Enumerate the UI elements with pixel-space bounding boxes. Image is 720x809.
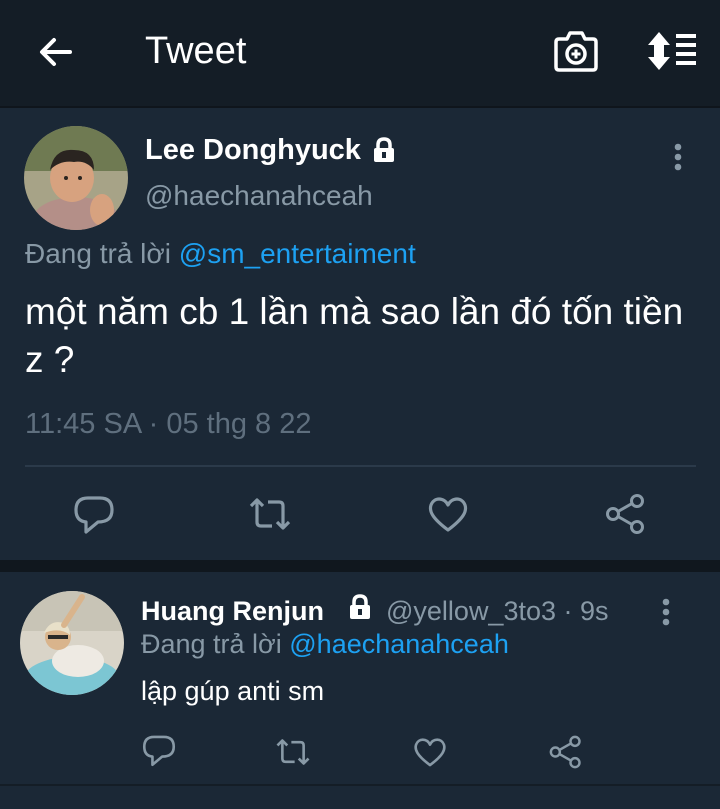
tweet-text: một năm cb 1 lần mà sao lần đó tốn tiền …	[25, 291, 684, 380]
avatar[interactable]	[20, 591, 124, 695]
reply-text: lập gúp anti sm	[141, 676, 325, 706]
replying-to: Đang trả lời @sm_entertaiment	[25, 238, 416, 270]
section-divider	[0, 560, 720, 572]
replying-to: Đang trả lời @haechanahceah	[141, 629, 509, 660]
display-name[interactable]: Huang Renjun	[141, 596, 324, 627]
reply-icon[interactable]	[141, 732, 177, 768]
share-icon[interactable]	[604, 492, 648, 536]
reply-icon[interactable]	[72, 492, 116, 536]
like-heart-icon[interactable]	[412, 734, 448, 770]
user-handle-time: @yellow_3to3 · 9s	[386, 596, 609, 626]
retweet-icon[interactable]	[275, 734, 311, 770]
replying-prefix: Đang trả lời	[141, 629, 290, 659]
back-arrow-icon[interactable]	[36, 32, 76, 72]
mention-link[interactable]: @sm_entertaiment	[179, 238, 416, 269]
display-name[interactable]: Lee Donghyuck	[145, 134, 361, 167]
sort-list-icon[interactable]	[644, 30, 698, 72]
page-title: Tweet	[145, 30, 247, 72]
lock-icon	[346, 593, 374, 621]
mention-link[interactable]: @haechanahceah	[289, 629, 509, 659]
share-icon[interactable]	[548, 734, 584, 770]
divider	[0, 784, 720, 786]
top-app-bar: Tweet	[0, 0, 720, 108]
avatar[interactable]	[24, 126, 128, 230]
divider	[25, 465, 696, 467]
main-tweet: Lee Donghyuck @haechanahceah Đang trả lờ…	[0, 108, 720, 560]
lock-icon	[370, 136, 398, 164]
more-options-icon[interactable]	[660, 597, 672, 631]
retweet-icon[interactable]	[248, 492, 292, 536]
camera-plus-icon[interactable]	[553, 30, 599, 72]
user-handle[interactable]: @haechanahceah	[145, 180, 373, 212]
replying-prefix: Đang trả lời	[25, 238, 179, 269]
more-options-icon[interactable]	[672, 142, 684, 176]
reply-tweet[interactable]: Huang Renjun @yellow_3to3 · 9s Đang trả …	[0, 572, 720, 809]
like-heart-icon[interactable]	[426, 492, 470, 536]
tweet-timestamp: 11:45 SA · 05 thg 8 22	[25, 408, 312, 440]
